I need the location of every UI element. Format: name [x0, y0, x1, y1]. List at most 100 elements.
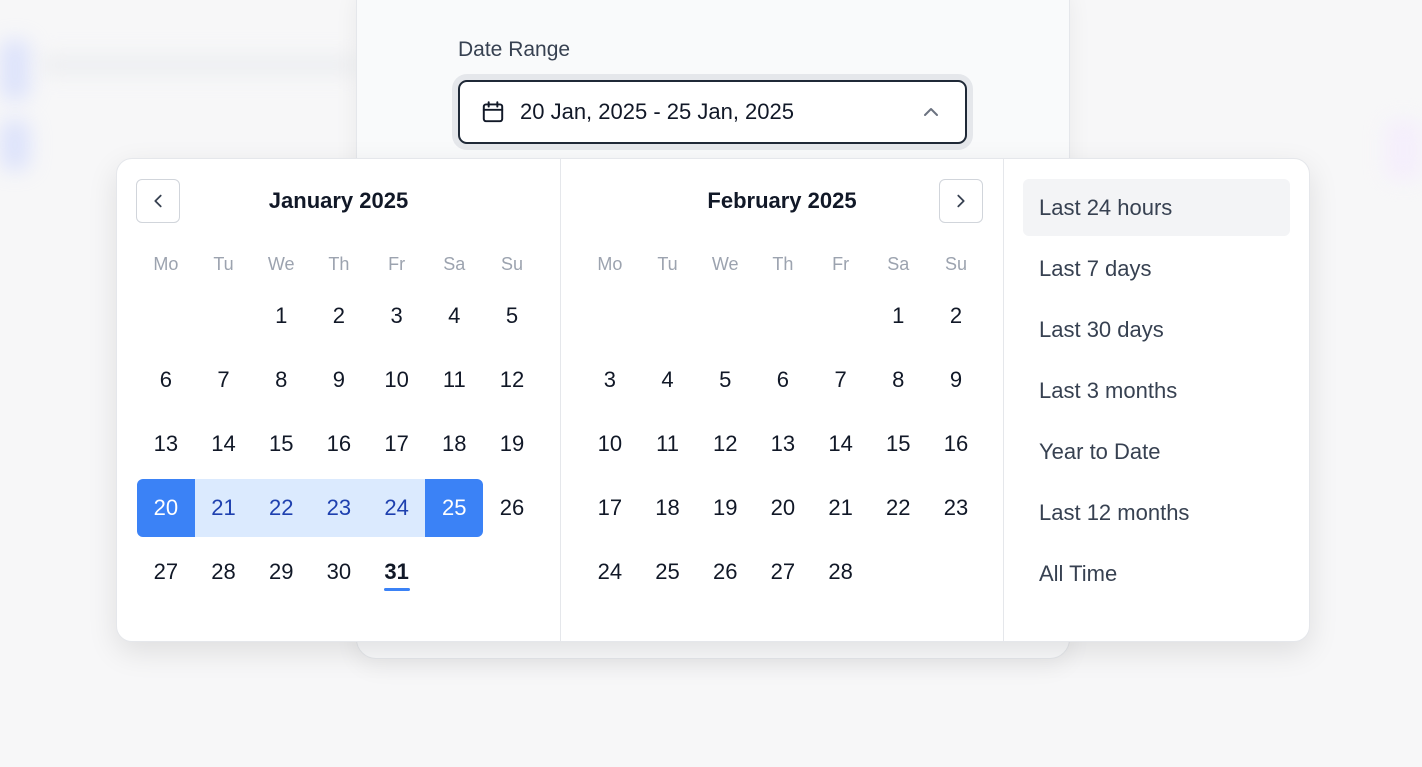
day-cell[interactable]: 17: [581, 479, 639, 537]
day-cell[interactable]: 3: [581, 351, 639, 409]
weekday-label: We: [711, 254, 739, 274]
day-cell[interactable]: 2: [927, 287, 985, 345]
day-cell[interactable]: 21: [812, 479, 870, 537]
day-cell[interactable]: 21: [194, 479, 253, 537]
day-cell[interactable]: 15: [869, 415, 927, 473]
day-cell[interactable]: 5: [696, 351, 754, 409]
weekday-label: Mo: [597, 254, 623, 274]
day-cell[interactable]: 18: [639, 479, 697, 537]
day-cell[interactable]: 13: [754, 415, 812, 473]
day-cell[interactable]: 30: [310, 543, 368, 601]
calendar-icon: [480, 99, 506, 125]
weekday-label: Su: [500, 254, 523, 274]
background-blur-left: [0, 40, 30, 100]
day-cell[interactable]: 6: [137, 351, 195, 409]
weekday-label: Fr: [832, 254, 850, 274]
day-cell[interactable]: 4: [425, 287, 483, 345]
day-cell[interactable]: 6: [754, 351, 812, 409]
day-cell[interactable]: 23: [927, 479, 985, 537]
day-cell[interactable]: 7: [195, 351, 253, 409]
background-blur-left-2: [0, 120, 30, 170]
day-cell[interactable]: 26: [483, 479, 541, 537]
day-cell[interactable]: 15: [252, 415, 310, 473]
day-cell[interactable]: 24: [581, 543, 639, 601]
preset-option[interactable]: Last 3 months: [1023, 362, 1290, 419]
day-cell[interactable]: 27: [137, 543, 195, 601]
month-title: February 2025: [707, 188, 857, 213]
date-range-input[interactable]: 20 Jan, 2025 - 25 Jan, 2025: [458, 80, 967, 144]
calendar-month-january: January 2025 Mo Tu We Th Fr Sa Su 123456…: [117, 159, 560, 641]
day-cell[interactable]: 9: [927, 351, 985, 409]
day-cell[interactable]: 13: [137, 415, 195, 473]
day-cell[interactable]: 5: [483, 287, 541, 345]
month-title: January 2025: [268, 188, 409, 213]
day-cell[interactable]: 26: [696, 543, 754, 601]
day-cell[interactable]: 22: [869, 479, 927, 537]
weekday-header: Mo Tu We Th Fr Sa Su: [137, 249, 540, 279]
day-cell[interactable]: 18: [425, 415, 483, 473]
date-picker-popover: January 2025 Mo Tu We Th Fr Sa Su 123456…: [116, 158, 1310, 642]
calendar-month-february: February 2025 Mo Tu We Th Fr Sa Su 12345…: [560, 159, 1003, 641]
day-cell[interactable]: 12: [696, 415, 754, 473]
day-cell[interactable]: 7: [812, 351, 870, 409]
next-month-button[interactable]: [939, 179, 983, 223]
day-cell[interactable]: 8: [252, 351, 310, 409]
day-cell[interactable]: 11: [425, 351, 483, 409]
day-cell[interactable]: 31: [368, 543, 426, 601]
day-cell[interactable]: 10: [368, 351, 426, 409]
day-cell[interactable]: 25: [425, 479, 484, 537]
preset-option[interactable]: Last 7 days: [1023, 240, 1290, 297]
chevron-up-icon[interactable]: [921, 102, 941, 122]
weekday-label: Th: [328, 254, 350, 274]
weekday-label: Su: [944, 254, 967, 274]
day-cell[interactable]: 11: [639, 415, 697, 473]
background-blur-right: [1385, 120, 1422, 180]
background-blur-bar: [40, 55, 360, 75]
day-cell[interactable]: 20: [754, 479, 812, 537]
day-cell[interactable]: 3: [368, 287, 426, 345]
date-range-value: 20 Jan, 2025 - 25 Jan, 2025: [520, 99, 794, 124]
day-cell[interactable]: 14: [812, 415, 870, 473]
day-cell[interactable]: 19: [696, 479, 754, 537]
day-cell[interactable]: 27: [754, 543, 812, 601]
day-cell[interactable]: 16: [927, 415, 985, 473]
day-cell[interactable]: 12: [483, 351, 541, 409]
weekday-label: Sa: [887, 254, 910, 274]
date-range-label: Date Range: [458, 38, 571, 61]
weekday-label: Tu: [657, 254, 678, 274]
day-cell[interactable]: 1: [252, 287, 310, 345]
weekday-label: Th: [772, 254, 794, 274]
chevron-right-icon: [957, 194, 965, 208]
day-cell[interactable]: 2: [310, 287, 368, 345]
preset-option[interactable]: All Time: [1023, 545, 1290, 602]
day-cell[interactable]: 1: [869, 287, 927, 345]
prev-month-button[interactable]: [136, 179, 180, 223]
weekday-label: Tu: [213, 254, 234, 274]
day-cell[interactable]: 29: [252, 543, 310, 601]
preset-option[interactable]: Last 30 days: [1023, 301, 1290, 358]
day-cell[interactable]: 14: [195, 415, 253, 473]
day-cell[interactable]: 28: [195, 543, 253, 601]
day-grid: 1 2 3 4 5 6 7 8 9 10 11 12 13 14 15 16 17 18 19 20 21 22 23 24 2…: [581, 287, 983, 601]
day-cell[interactable]: 16: [310, 415, 368, 473]
day-cell[interactable]: 19: [483, 415, 541, 473]
day-cell[interactable]: 10: [581, 415, 639, 473]
day-cell[interactable]: 25: [639, 543, 697, 601]
day-cell[interactable]: 24: [367, 479, 426, 537]
day-cell[interactable]: 9: [310, 351, 368, 409]
weekday-label: Fr: [388, 254, 406, 274]
weekday-header: Mo Tu We Th Fr Sa Su: [581, 249, 983, 279]
preset-option[interactable]: Last 24 hours: [1023, 179, 1290, 236]
preset-option[interactable]: Year to Date: [1023, 423, 1290, 480]
day-cell[interactable]: 23: [310, 479, 368, 537]
day-cell[interactable]: 28: [812, 543, 870, 601]
day-cell[interactable]: 8: [869, 351, 927, 409]
weekday-label: We: [267, 254, 295, 274]
day-cell[interactable]: 4: [639, 351, 697, 409]
day-cell[interactable]: 22: [252, 479, 311, 537]
day-cell[interactable]: 20: [137, 479, 195, 537]
day-cell[interactable]: 17: [368, 415, 426, 473]
preset-option[interactable]: Last 12 months: [1023, 484, 1290, 541]
chevron-left-icon: [154, 194, 162, 208]
weekday-label: Sa: [443, 254, 466, 274]
